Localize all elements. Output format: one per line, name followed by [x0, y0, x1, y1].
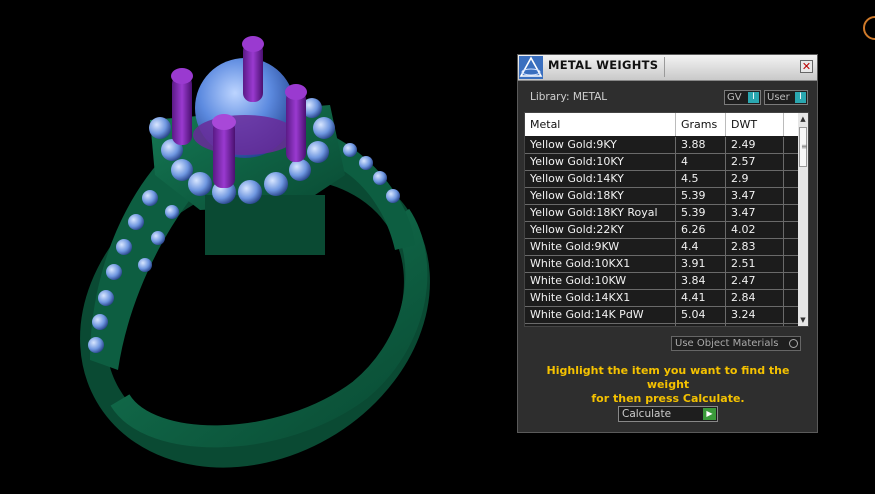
cell-grams: 4.5 [676, 171, 726, 187]
user-toggle-knob: I [795, 92, 806, 103]
gv-toggle[interactable]: GV I [724, 90, 761, 105]
app-logo-icon [519, 56, 543, 79]
cell-dwt: 2.47 [726, 273, 784, 289]
cell-metal: White Gold:10KW [525, 273, 676, 289]
cell-dwt: 2.9 [726, 171, 784, 187]
table-row[interactable]: White Gold:9KW 4.4 2.83 [525, 239, 798, 256]
instruction-text: Highlight the item you want to find the … [530, 364, 806, 406]
cell-metal: White Gold:14KW [525, 324, 676, 326]
cell-dwt: 4.02 [726, 222, 784, 238]
calculate-label: Calculate [622, 408, 672, 420]
scroll-up-arrow-icon[interactable]: ▲ [798, 114, 808, 124]
table-row[interactable]: Yellow Gold:18KY 5.39 3.47 [525, 188, 798, 205]
cell-dwt: 3.47 [726, 205, 784, 221]
use-object-materials-label: Use Object Materials [675, 338, 779, 349]
cell-grams: 3.88 [676, 137, 726, 153]
cell-metal: Yellow Gold:22KY [525, 222, 676, 238]
cell-dwt: 3.47 [726, 188, 784, 204]
calculate-button[interactable]: Calculate ▶ [618, 406, 718, 422]
column-header-metal[interactable]: Metal [525, 113, 676, 136]
cell-grams: 3.91 [676, 256, 726, 272]
cell-metal: Yellow Gold:18KY [525, 188, 676, 204]
table-scrollbar[interactable]: ▲ ≡ ▼ [798, 113, 808, 326]
column-header-grams[interactable]: Grams [676, 113, 726, 136]
cell-grams: 5.39 [676, 188, 726, 204]
cell-metal: White Gold:9KW [525, 239, 676, 255]
gv-toggle-knob: I [748, 92, 759, 103]
ring-model[interactable] [40, 36, 469, 494]
cell-grams: 6.26 [676, 222, 726, 238]
titlebar-divider [664, 57, 665, 77]
cell-metal: Yellow Gold:9KY [525, 137, 676, 153]
cell-metal: White Gold:10KX1 [525, 256, 676, 272]
table-body: Yellow Gold:9KY 3.88 2.49 Yellow Gold:10KY 4… [525, 137, 798, 326]
table-row[interactable]: White Gold:14KW3.912.51 [525, 324, 798, 326]
stone-girdle [193, 115, 297, 155]
cell-grams: 5.04 [676, 307, 726, 323]
radio-icon [789, 339, 798, 348]
table-row[interactable]: White Gold:14KX1 4.41 2.84 [525, 290, 798, 307]
table-row[interactable]: White Gold:10KX1 3.91 2.51 [525, 256, 798, 273]
metal-weights-panel: METAL WEIGHTS ✕ Library: METAL GV I User… [517, 54, 818, 433]
table-row[interactable]: White Gold:10KW 3.84 2.47 [525, 273, 798, 290]
cell-metal: Yellow Gold:14KY [525, 171, 676, 187]
table-row[interactable]: Yellow Gold:9KY 3.88 2.49 [525, 137, 798, 154]
corner-logo-icon [863, 16, 875, 40]
metal-table: Metal Grams DWT Yellow Gold:9KY 3.88 2.49 Y… [524, 112, 809, 327]
instruction-line-2: for then press Calculate. [591, 392, 745, 405]
cell-grams: 4.4 [676, 239, 726, 255]
table-row[interactable]: White Gold:14K PdW 5.04 3.24 [525, 307, 798, 324]
cell-dwt: 2.51 [726, 324, 784, 326]
gallery [205, 195, 325, 255]
cell-grams: 5.39 [676, 205, 726, 221]
cell-dwt: 2.83 [726, 239, 784, 255]
cell-dwt: 2.51 [726, 256, 784, 272]
cell-metal: White Gold:14KX1 [525, 290, 676, 306]
cell-grams: 3.84 [676, 273, 726, 289]
user-toggle[interactable]: User I [764, 90, 808, 105]
scroll-thumb[interactable]: ≡ [799, 127, 808, 167]
cell-metal: Yellow Gold:10KY [525, 154, 676, 170]
cell-metal: Yellow Gold:18KY Royal [525, 205, 676, 221]
close-button[interactable]: ✕ [800, 60, 813, 73]
cell-dwt: 2.84 [726, 290, 784, 306]
column-header-dwt[interactable]: DWT [726, 113, 784, 136]
table-row[interactable]: Yellow Gold:14KY 4.5 2.9 [525, 171, 798, 188]
scroll-down-arrow-icon[interactable]: ▼ [798, 315, 808, 325]
use-object-materials-toggle[interactable]: Use Object Materials [671, 336, 801, 351]
table-row[interactable]: Yellow Gold:10KY 4 2.57 [525, 154, 798, 171]
user-toggle-label: User [767, 92, 790, 103]
panel-titlebar[interactable]: METAL WEIGHTS ✕ [518, 55, 817, 81]
play-arrow-icon: ▶ [703, 408, 716, 420]
gv-toggle-label: GV [727, 92, 742, 103]
cell-grams: 3.91 [676, 324, 726, 326]
cell-metal: White Gold:14K PdW [525, 307, 676, 323]
instruction-line-1: Highlight the item you want to find the … [546, 364, 790, 391]
cell-grams: 4.41 [676, 290, 726, 306]
cell-dwt: 2.57 [726, 154, 784, 170]
table-row[interactable]: Yellow Gold:22KY 6.26 4.02 [525, 222, 798, 239]
cell-dwt: 3.24 [726, 307, 784, 323]
panel-title: METAL WEIGHTS [548, 58, 659, 72]
cell-dwt: 2.49 [726, 137, 784, 153]
table-header: Metal Grams DWT [525, 113, 798, 136]
library-label: Library: METAL [530, 91, 608, 103]
cell-grams: 4 [676, 154, 726, 170]
table-row[interactable]: Yellow Gold:18KY Royal 5.39 3.47 [525, 205, 798, 222]
